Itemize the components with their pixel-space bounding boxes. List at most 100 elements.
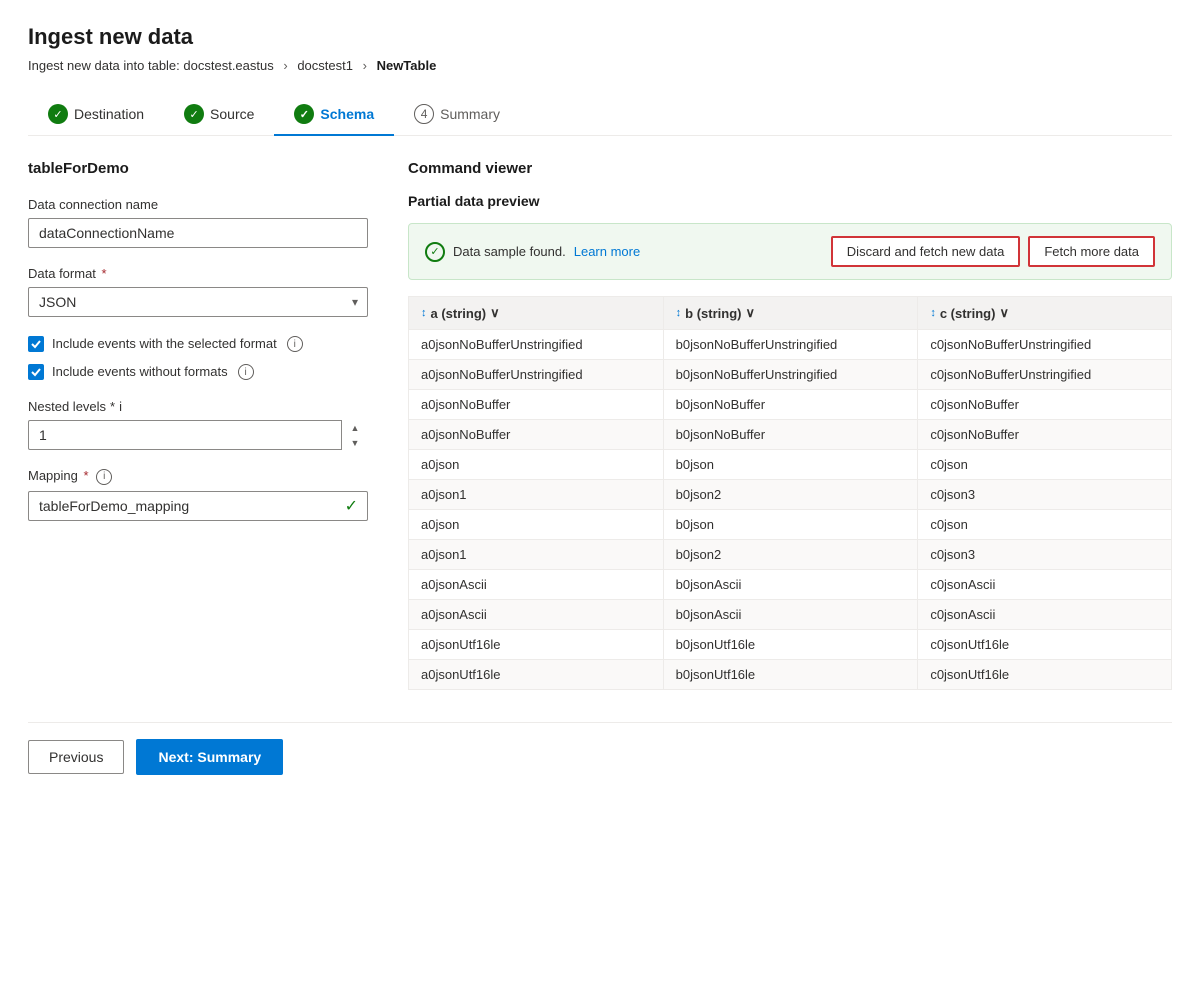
partial-preview-title: Partial data preview (408, 193, 1172, 209)
command-viewer-title: Command viewer (408, 160, 1172, 177)
cell-c-2: c0jsonNoBuffer (918, 390, 1172, 420)
main-content: tableForDemo Data connection name Data f… (28, 160, 1172, 690)
cell-b-2: b0jsonNoBuffer (663, 390, 918, 420)
mapping-input-wrapper: ✓ (28, 491, 368, 521)
nested-levels-spinners: ▲ ▼ (341, 420, 368, 450)
data-format-select[interactable]: JSON CSV TSV Avro Parquet (28, 287, 368, 317)
data-format-select-wrapper: JSON CSV TSV Avro Parquet ▾ (28, 287, 368, 317)
breadcrumb-database: docstest1 (297, 58, 353, 73)
nested-levels-decrement[interactable]: ▼ (342, 435, 368, 450)
discard-fetch-button[interactable]: Discard and fetch new data (831, 236, 1021, 267)
col-header-b[interactable]: ↕ b (string) ∨ (663, 297, 918, 330)
data-connection-name-input[interactable] (28, 218, 368, 248)
nested-levels-input[interactable] (28, 420, 368, 450)
include-without-label: Include events without formats (52, 363, 228, 381)
next-button[interactable]: Next: Summary (136, 739, 283, 775)
cell-a-4: a0json (409, 450, 664, 480)
mapping-required: * (84, 468, 89, 483)
cell-b-6: b0json (663, 510, 918, 540)
source-check-icon: ✓ (184, 104, 204, 124)
tabs: ✓ Destination ✓ Source ✓ Schema 4 Summar… (28, 93, 1172, 136)
left-panel: tableForDemo Data connection name Data f… (28, 160, 368, 690)
cell-b-10: b0jsonUtf16le (663, 630, 918, 660)
cell-b-9: b0jsonAscii (663, 600, 918, 630)
col-c-chevron: ∨ (999, 305, 1009, 321)
data-format-required: * (102, 266, 107, 281)
include-selected-checkbox-row: Include events with the selected format … (28, 335, 368, 353)
mapping-input[interactable] (28, 491, 368, 521)
data-connection-name-label: Data connection name (28, 197, 368, 212)
tab-summary-label: Summary (440, 106, 500, 122)
fetch-more-button[interactable]: Fetch more data (1028, 236, 1155, 267)
cell-a-1: a0jsonNoBufferUnstringified (409, 360, 664, 390)
table-row: a0jsonNoBufferUnstringifiedb0jsonNoBuffe… (409, 330, 1172, 360)
table-header: ↕ a (string) ∨ ↕ b (string) ∨ (409, 297, 1172, 330)
cell-a-3: a0jsonNoBuffer (409, 420, 664, 450)
col-header-c[interactable]: ↕ c (string) ∨ (918, 297, 1172, 330)
include-selected-format-group: Include events with the selected format … (28, 335, 368, 381)
cell-a-10: a0jsonUtf16le (409, 630, 664, 660)
breadcrumb-cluster: docstest.eastus (183, 58, 273, 73)
cell-b-8: b0jsonAscii (663, 570, 918, 600)
learn-more-link[interactable]: Learn more (574, 244, 640, 259)
col-a-icon: ↕ (421, 307, 427, 319)
col-header-a[interactable]: ↕ a (string) ∨ (409, 297, 664, 330)
cell-b-3: b0jsonNoBuffer (663, 420, 918, 450)
breadcrumb-table: NewTable (377, 58, 437, 73)
cell-a-11: a0jsonUtf16le (409, 660, 664, 690)
data-format-label: Data format * (28, 266, 368, 281)
mapping-info-icon[interactable]: i (96, 469, 112, 485)
tab-source-label: Source (210, 106, 254, 122)
page-title: Ingest new data (28, 24, 1172, 50)
cell-c-8: c0jsonAscii (918, 570, 1172, 600)
cell-a-6: a0json (409, 510, 664, 540)
cell-b-4: b0json (663, 450, 918, 480)
table-row: a0json1b0json2c0json3 (409, 480, 1172, 510)
tab-source[interactable]: ✓ Source (164, 94, 274, 136)
mapping-check-icon: ✓ (345, 496, 358, 516)
include-without-checkbox[interactable] (28, 364, 44, 380)
table-row: a0jsonUtf16leb0jsonUtf16lec0jsonUtf16le (409, 630, 1172, 660)
cell-b-5: b0json2 (663, 480, 918, 510)
cell-a-7: a0json1 (409, 540, 664, 570)
breadcrumb-sep2: › (283, 58, 287, 73)
table-row: a0jsonNoBufferb0jsonNoBufferc0jsonNoBuff… (409, 420, 1172, 450)
tab-destination-label: Destination (74, 106, 144, 122)
cell-c-5: c0json3 (918, 480, 1172, 510)
cell-b-7: b0json2 (663, 540, 918, 570)
left-panel-title: tableForDemo (28, 160, 368, 177)
cell-a-9: a0jsonAscii (409, 600, 664, 630)
destination-check-icon: ✓ (48, 104, 68, 124)
cell-a-5: a0json1 (409, 480, 664, 510)
nested-levels-required: * (110, 399, 115, 414)
include-selected-info-icon[interactable]: i (287, 336, 303, 352)
nested-levels-info-icon[interactable]: i (119, 399, 122, 414)
data-table: ↕ a (string) ∨ ↕ b (string) ∨ (408, 296, 1172, 690)
cell-c-0: c0jsonNoBufferUnstringified (918, 330, 1172, 360)
include-selected-checkbox[interactable] (28, 336, 44, 352)
summary-num-icon: 4 (414, 104, 434, 124)
cell-c-7: c0json3 (918, 540, 1172, 570)
col-c-icon: ↕ (930, 307, 936, 319)
nested-levels-label: Nested levels * i (28, 399, 368, 414)
cell-a-2: a0jsonNoBuffer (409, 390, 664, 420)
include-without-info-icon[interactable]: i (238, 364, 254, 380)
sample-found-text: ✓ Data sample found. Learn more (425, 242, 640, 262)
cell-a-0: a0jsonNoBufferUnstringified (409, 330, 664, 360)
table-row: a0jsonNoBufferUnstringifiedb0jsonNoBuffe… (409, 360, 1172, 390)
include-without-formats-checkbox-row: Include events without formats i (28, 363, 368, 381)
nested-levels-increment[interactable]: ▲ (342, 420, 368, 435)
tab-schema[interactable]: ✓ Schema (274, 94, 394, 136)
cell-b-11: b0jsonUtf16le (663, 660, 918, 690)
previous-button[interactable]: Previous (28, 740, 124, 774)
tab-destination[interactable]: ✓ Destination (28, 94, 164, 136)
table-row: a0jsonUtf16leb0jsonUtf16lec0jsonUtf16le (409, 660, 1172, 690)
data-sample-buttons: Discard and fetch new data Fetch more da… (831, 236, 1155, 267)
cell-c-6: c0json (918, 510, 1172, 540)
tab-schema-label: Schema (320, 106, 374, 122)
schema-check-icon: ✓ (294, 104, 314, 124)
data-connection-name-group: Data connection name (28, 197, 368, 248)
tab-summary[interactable]: 4 Summary (394, 94, 520, 136)
cell-c-1: c0jsonNoBufferUnstringified (918, 360, 1172, 390)
col-a-chevron: ∨ (490, 305, 500, 321)
